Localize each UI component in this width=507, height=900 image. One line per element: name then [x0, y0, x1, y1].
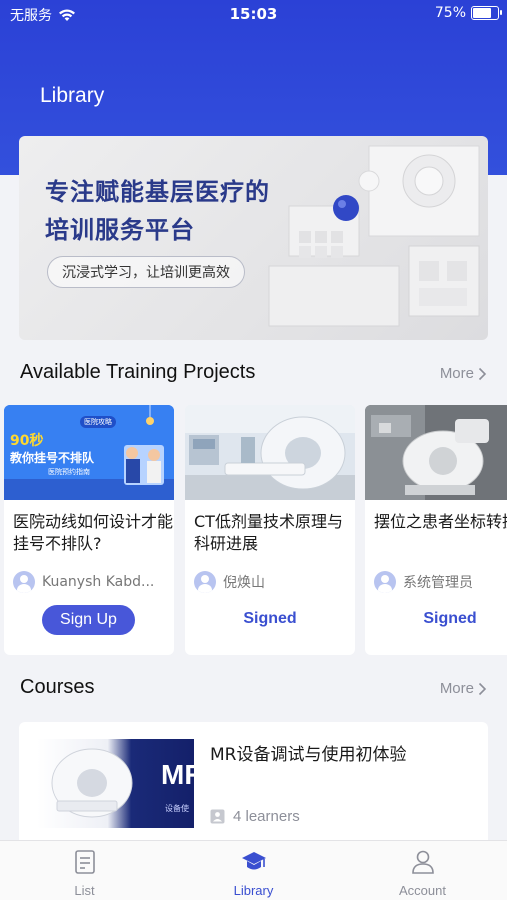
list-icon	[75, 850, 95, 874]
banner-illustration	[268, 145, 480, 327]
training-section-title: Available Training Projects	[20, 361, 256, 383]
courses-section-title: Courses	[20, 676, 95, 698]
card-thumbnail	[185, 405, 355, 500]
avatar-icon	[13, 571, 35, 593]
author-name: 系统管理员	[403, 575, 473, 591]
avatar-icon	[374, 571, 396, 593]
courses-section-header: Courses More	[0, 676, 507, 706]
courses-more-link[interactable]: More	[440, 680, 487, 697]
thumb-headline: 90秒	[10, 433, 44, 449]
status-bar: 无服务 15:03 75%	[0, 0, 507, 28]
tab-library[interactable]: Library	[169, 841, 338, 900]
card-author: 倪焕山	[194, 571, 352, 593]
more-label: More	[439, 365, 474, 382]
thumb-subheadline: 教你挂号不排队	[10, 451, 95, 465]
bottom-tab-bar: List Library Account	[0, 840, 507, 900]
banner-headline-1: 专注赋能基层医疗的	[45, 177, 270, 206]
thumb-caption: 医院预约指南	[48, 468, 90, 476]
more-label: More	[439, 680, 474, 697]
avatar-icon	[194, 571, 216, 593]
author-name: 倪焕山	[223, 575, 265, 591]
card-title: 医院动线如何设计才能挂号不排队?	[13, 512, 174, 553]
thumb-subtitle: 设备使	[165, 804, 189, 813]
card-author: Kuanysh Kabd...	[13, 571, 171, 593]
card-thumbnail: 医院攻略 90秒 教你挂号不排队 医院预约指南	[4, 405, 174, 500]
chevron-right-icon	[478, 682, 487, 695]
battery-percent: 75%	[434, 5, 466, 21]
banner-tagline: 沉浸式学习，让培训更高效	[47, 256, 245, 288]
training-card[interactable]: 医院攻略 90秒 教你挂号不排队 医院预约指南 医院动线如何设计才能挂号不排队?…	[4, 405, 174, 655]
tab-label: List	[74, 883, 95, 898]
sign-up-button[interactable]: Sign Up	[42, 605, 135, 635]
training-project-list: 医院攻略 90秒 教你挂号不排队 医院预约指南 医院动线如何设计才能挂号不排队?…	[4, 405, 507, 655]
user-icon	[412, 850, 434, 874]
training-section-header: Available Training Projects More	[0, 361, 507, 391]
signed-status[interactable]: Signed	[185, 610, 355, 628]
learner-count: 4 learners	[233, 808, 300, 825]
chevron-right-icon	[478, 367, 487, 380]
promo-banner[interactable]: 专注赋能基层医疗的 培训服务平台 沉浸式学习，让培训更高效	[19, 136, 488, 340]
page-title: Library	[40, 84, 105, 107]
card-title: 摆位之患者坐标转换	[374, 512, 507, 531]
tab-account[interactable]: Account	[338, 841, 507, 900]
card-thumbnail	[365, 405, 507, 500]
graduation-cap-icon	[242, 852, 266, 870]
thumb-title: MR	[161, 759, 194, 790]
card-title: CT低剂量技术原理与科研进展	[194, 512, 343, 553]
training-card[interactable]: 摆位之患者坐标转换 系统管理员 Signed	[365, 405, 507, 655]
clock: 15:03	[229, 5, 278, 23]
training-more-link[interactable]: More	[440, 365, 487, 382]
course-thumbnail: MR 设备使	[37, 739, 194, 828]
course-title: MR设备调试与使用初体验	[210, 745, 407, 765]
banner-headline-2: 培训服务平台	[45, 215, 195, 244]
battery-icon	[471, 6, 502, 20]
tab-label: Library	[233, 883, 274, 898]
tab-label: Account	[399, 883, 446, 898]
learner-icon	[210, 809, 225, 824]
thumb-badge: 医院攻略	[80, 416, 116, 428]
tab-list[interactable]: List	[0, 841, 169, 900]
author-name: Kuanysh Kabd...	[42, 574, 155, 590]
signed-status[interactable]: Signed	[365, 610, 507, 628]
course-learners: 4 learners	[210, 808, 300, 825]
training-card[interactable]: CT低剂量技术原理与科研进展 倪焕山 Signed	[185, 405, 355, 655]
card-author: 系统管理员	[374, 571, 507, 593]
